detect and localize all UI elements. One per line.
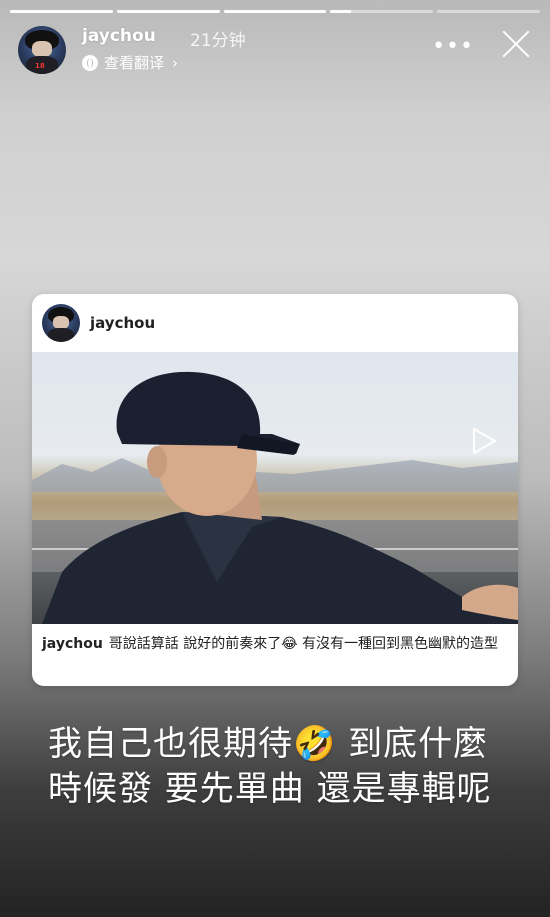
chevron-right-icon: ›: [172, 53, 179, 72]
progress-segment: [330, 10, 434, 13]
progress-segment: [116, 10, 220, 13]
caption-text: 哥說話算話 說好的前奏來了😂 有沒有一種回到黑色幽默的造型: [108, 636, 499, 652]
progress-segment: [10, 10, 113, 13]
translate-button[interactable]: 查看翻译 ›: [82, 52, 178, 73]
translate-globe-icon: [82, 54, 98, 71]
story-header: 18 jaychou 21分钟 查看翻译 › •••: [18, 24, 532, 74]
more-icon[interactable]: •••: [432, 36, 474, 58]
progress-segment: [437, 10, 540, 13]
story-viewer: 18 jaychou 21分钟 查看翻译 › ••• jaychou jaych…: [0, 0, 550, 917]
person-photo: [42, 371, 518, 624]
progress-segment: [223, 10, 327, 13]
shared-post-photo: [32, 352, 518, 624]
shared-post-card[interactable]: jaychou jaychou 哥說話算話 說好的前奏來了😂 有沒有一種回到黑色…: [32, 294, 518, 686]
story-username[interactable]: jaychou: [82, 26, 156, 46]
shared-post-username: jaychou: [90, 314, 156, 332]
play-icon[interactable]: [468, 426, 498, 456]
shared-post-header: jaychou: [32, 294, 518, 352]
shared-post-caption: jaychou 哥說話算話 說好的前奏來了😂 有沒有一種回到黑色幽默的造型: [42, 634, 508, 655]
story-overlay-text: 我自己也很期待🤣 到底什麼時候發 要先單曲 還是專輯呢: [48, 724, 492, 809]
translate-label: 查看翻译: [104, 54, 165, 72]
close-icon[interactable]: [500, 28, 532, 60]
caption-username: jaychou: [42, 636, 103, 652]
shared-post-avatar: [42, 304, 80, 342]
story-progress: [10, 10, 540, 13]
story-timestamp: 21分钟: [190, 31, 246, 51]
profile-avatar[interactable]: 18: [18, 26, 66, 74]
